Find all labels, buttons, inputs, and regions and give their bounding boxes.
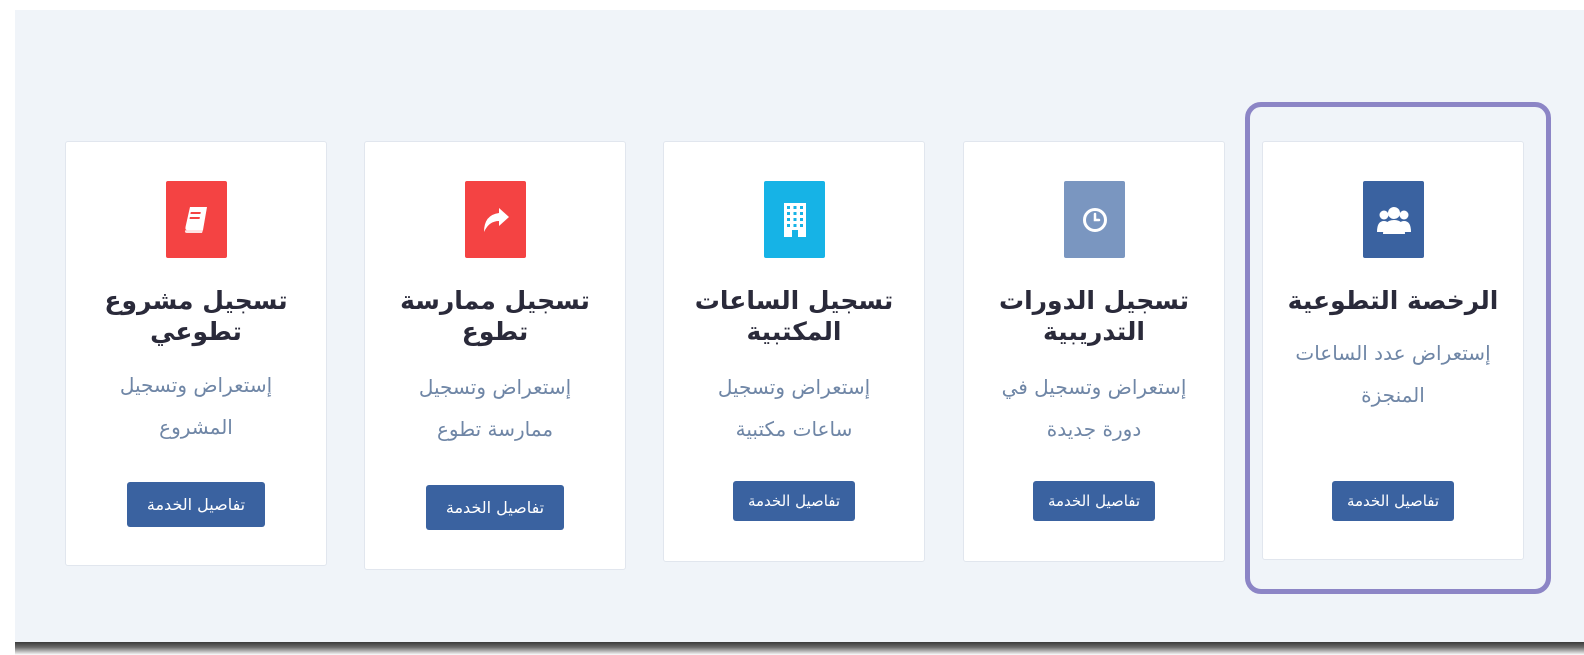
service-card-training-courses[interactable]: تسجيل الدورات التدريبية إستعراض وتسجيل ف… [963, 141, 1225, 562]
bottom-divider [15, 642, 1584, 655]
card-title: تسجيل ممارسة تطوع [400, 286, 590, 346]
service-details-button[interactable]: تفاصيل الخدمة [1033, 481, 1155, 521]
card-description: إستعراض وتسجيل في دورة جديدة [1001, 375, 1187, 441]
service-details-button[interactable]: تفاصيل الخدمة [127, 482, 265, 527]
service-card-office-hours[interactable]: تسجيل الساعات المكتبية إستعراض وتسجيل سا… [663, 141, 925, 562]
card-title: تسجيل الدورات التدريبية [998, 286, 1190, 346]
clock-icon [1064, 181, 1125, 258]
book-icon [166, 181, 227, 258]
card-description: إستعراض وتسجيل ساعات مكتبية [717, 375, 871, 441]
service-card-volunteer-practice[interactable]: تسجيل ممارسة تطوع إستعراض وتسجيل ممارسة … [364, 141, 626, 570]
selected-card-highlight [1245, 102, 1551, 594]
card-description: إستعراض وتسجيل ممارسة تطوع [418, 375, 572, 441]
service-card-volunteer-project[interactable]: تسجيل مشروع تطوعي إستعراض وتسجيل المشروع… [65, 141, 327, 566]
share-arrow-icon [465, 181, 526, 258]
service-details-button[interactable]: تفاصيل الخدمة [733, 481, 855, 521]
service-details-button[interactable]: تفاصيل الخدمة [426, 485, 564, 530]
card-description: إستعراض وتسجيل المشروع [119, 373, 273, 439]
card-title: تسجيل الساعات المكتبية [694, 286, 894, 346]
building-icon [764, 181, 825, 258]
card-title: تسجيل مشروع تطوعي [104, 286, 288, 346]
